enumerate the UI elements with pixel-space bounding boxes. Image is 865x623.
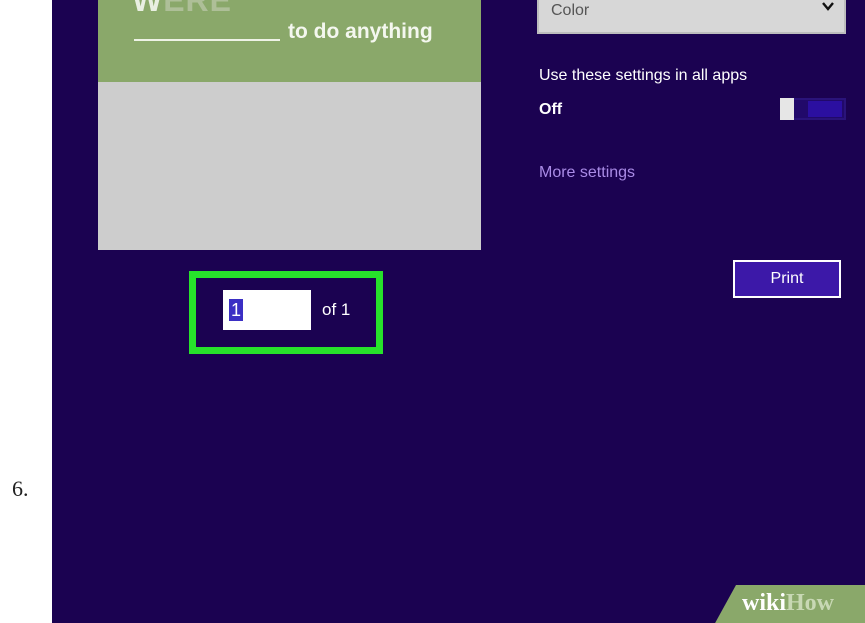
print-dialog-screen: WERE to do anything 1 of 1 Color Use the… (52, 0, 865, 623)
more-settings-link[interactable]: More settings (539, 164, 635, 182)
preview-logo-part-a: W (132, 0, 164, 18)
chevron-down-icon (822, 2, 834, 11)
preview-tagline: to do anything (288, 20, 433, 43)
page-count-label: of 1 (322, 300, 351, 319)
step-number: 6. (12, 476, 29, 501)
print-preview-page: WERE to do anything (98, 0, 481, 250)
all-apps-settings-label: Use these settings in all apps (539, 67, 748, 84)
watermark-part-1: wiki (742, 590, 787, 616)
toggle-knob[interactable] (780, 98, 794, 120)
color-mode-dropdown[interactable]: Color (537, 0, 846, 34)
watermark-part-2: How (786, 590, 835, 616)
preview-divider-line (134, 39, 280, 41)
page-number-input[interactable]: 1 (223, 290, 311, 330)
toggle-track (808, 101, 842, 117)
preview-logo: WERE (132, 0, 232, 19)
watermark-logo: wikiHow (742, 590, 834, 617)
all-apps-toggle-state: Off (539, 101, 563, 118)
color-mode-value: Color (551, 2, 590, 19)
all-apps-toggle[interactable] (780, 98, 846, 120)
print-button[interactable]: Print (733, 260, 841, 298)
preview-logo-part-b: ERE (163, 0, 232, 18)
preview-banner: WERE to do anything (98, 0, 481, 82)
page-number-value: 1 (229, 299, 244, 321)
